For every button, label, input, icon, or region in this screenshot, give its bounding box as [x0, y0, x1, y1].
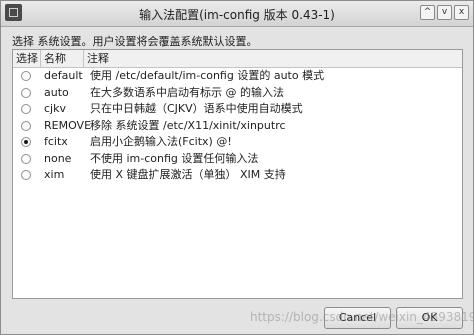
radio-cell — [13, 68, 41, 85]
maximize-icon[interactable]: ^ — [420, 5, 435, 20]
close-icon[interactable]: x — [454, 5, 469, 20]
radio-button[interactable] — [21, 120, 31, 131]
im-name: xim — [44, 168, 65, 181]
list-item[interactable]: cjkv 只在中日韩越（CJKV）语系中使用自动模式 — [13, 101, 462, 118]
im-description: 只在中日韩越（CJKV）语系中使用自动模式 — [90, 102, 303, 115]
list-item[interactable]: xim 使用 X 键盘扩展激活（单独） XIM 支持 — [13, 167, 462, 184]
instruction-text: 选择 系统设置。用户设置将会覆盖系统默认设置。 — [12, 35, 258, 48]
im-name: auto — [44, 85, 69, 99]
im-list: 选择 名称 注释 default 使用 /etc/default/im-confi… — [12, 49, 463, 299]
radio-button[interactable] — [21, 153, 31, 164]
column-header-name[interactable]: 名称 — [41, 50, 84, 67]
im-name: none — [44, 151, 72, 165]
im-name: fcitx — [44, 135, 68, 148]
im-description: 不使用 im-config 设置任何输入法 — [90, 151, 259, 165]
im-name: cjkv — [44, 102, 66, 115]
radio-cell — [13, 167, 41, 184]
radio-button[interactable] — [21, 104, 31, 114]
im-description: 移除 系统设置 /etc/X11/xinit/xinputrc — [90, 118, 286, 132]
list-item[interactable]: fcitx 启用小企鹅输入法(Fcitx) @! — [13, 134, 462, 151]
radio-cell — [13, 118, 41, 135]
title-bar[interactable]: 输入法配置(im-config 版本 0.43-1) ^ v x — [1, 1, 473, 27]
im-description: 启用小企鹅输入法(Fcitx) @! — [90, 135, 232, 148]
radio-button[interactable] — [21, 137, 31, 147]
radio-button[interactable] — [21, 71, 31, 81]
column-header-select[interactable]: 选择 — [13, 50, 41, 67]
list-item[interactable]: auto 在大多数语系中启动有标示 @ 的输入法 — [13, 85, 462, 102]
column-header-comment[interactable]: 注释 — [84, 50, 462, 67]
im-description: 使用 X 键盘扩展激活（单独） XIM 支持 — [90, 168, 286, 181]
list-header: 选择 名称 注释 — [13, 50, 462, 68]
list-item[interactable]: none 不使用 im-config 设置任何输入法 — [13, 151, 462, 168]
im-description: 在大多数语系中启动有标示 @ 的输入法 — [90, 85, 284, 99]
radio-button[interactable] — [21, 87, 31, 98]
im-config-dialog: 输入法配置(im-config 版本 0.43-1) ^ v x 选择 系统设置… — [0, 0, 474, 335]
radio-cell — [13, 134, 41, 151]
minimize-icon[interactable]: v — [437, 5, 452, 20]
radio-cell — [13, 85, 41, 102]
cancel-button[interactable]: Cancel — [324, 307, 391, 329]
list-rows: default 使用 /etc/default/im-config 设置的 aut… — [13, 68, 462, 184]
list-item[interactable]: default 使用 /etc/default/im-config 设置的 aut… — [13, 68, 462, 85]
window-title: 输入法配置(im-config 版本 0.43-1) — [139, 8, 335, 22]
im-name: default — [44, 69, 83, 82]
im-name: REMOVE — [44, 118, 92, 132]
im-description: 使用 /etc/default/im-config 设置的 auto 模式 — [90, 69, 325, 82]
radio-cell — [13, 101, 41, 118]
radio-button[interactable] — [21, 170, 31, 180]
ok-button[interactable]: OK — [396, 307, 463, 329]
radio-cell — [13, 151, 41, 168]
list-item[interactable]: REMOVE 移除 系统设置 /etc/X11/xinit/xinputrc — [13, 118, 462, 135]
